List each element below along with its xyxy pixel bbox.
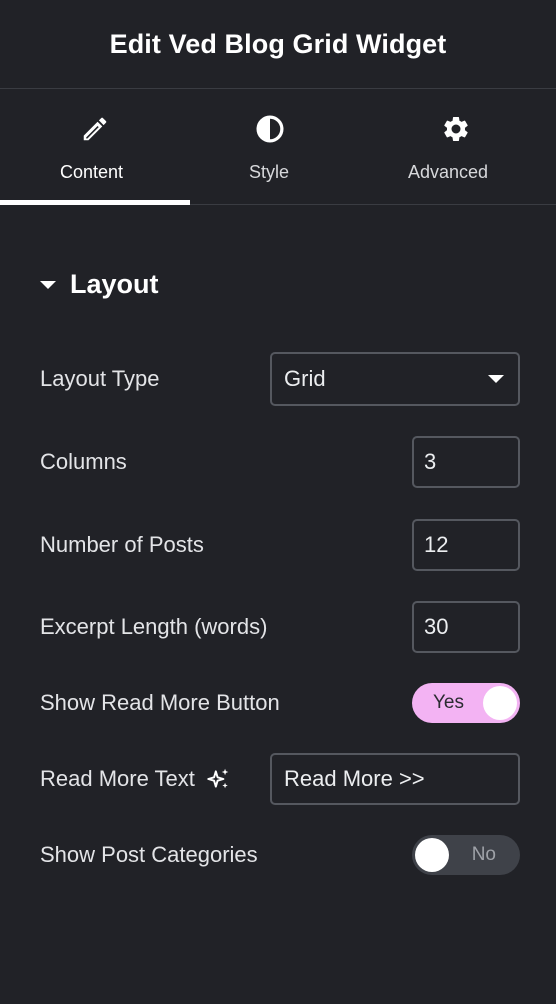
read-more-text-row: Read More Text Read More >>	[40, 753, 520, 805]
read-more-text-label-text: Read More Text	[40, 766, 195, 791]
read-more-text-input[interactable]: Read More >>	[270, 753, 520, 805]
toggle-knob	[483, 686, 517, 720]
panel-header: Edit Ved Blog Grid Widget	[0, 0, 556, 89]
layout-type-value: Grid	[284, 366, 326, 391]
chevron-down-icon	[488, 375, 504, 383]
excerpt-length-input[interactable]: 30	[412, 601, 520, 653]
tab-style-label: Style	[249, 162, 290, 182]
num-posts-row: Number of Posts 12	[40, 519, 520, 571]
ai-sparkle-icon[interactable]	[205, 766, 231, 792]
excerpt-length-row: Excerpt Length (words) 30	[40, 601, 520, 653]
show-categories-label: Show Post Categories	[40, 842, 258, 867]
num-posts-input[interactable]: 12	[412, 519, 520, 571]
layout-section-toggle[interactable]: Layout	[40, 264, 159, 304]
toggle-knob	[415, 838, 449, 872]
show-read-more-toggle[interactable]: Yes	[412, 683, 520, 723]
half-circle-icon	[256, 115, 284, 143]
tab-style[interactable]: Style	[190, 90, 351, 204]
caret-down-icon	[40, 281, 56, 289]
layout-type-select[interactable]: Grid	[270, 352, 520, 406]
columns-input[interactable]: 3	[412, 436, 520, 488]
section-title: Layout	[70, 268, 159, 299]
active-tab-indicator	[0, 200, 190, 205]
layout-type-label: Layout Type	[40, 366, 160, 391]
show-read-more-row: Show Read More Button Yes	[40, 683, 520, 723]
tab-advanced-label: Advanced	[408, 162, 489, 182]
toggle-state-text: Yes	[433, 692, 464, 713]
tab-bar: Content Style Advanced	[0, 90, 556, 205]
layout-type-row: Layout Type Grid	[40, 352, 520, 406]
tab-advanced[interactable]: Advanced	[351, 90, 556, 204]
pencil-icon	[83, 117, 107, 141]
columns-label: Columns	[40, 449, 127, 474]
read-more-text-label: Read More Text	[40, 766, 231, 792]
show-categories-toggle[interactable]: No	[412, 835, 520, 875]
columns-row: Columns 3	[40, 436, 520, 488]
toggle-state-text: No	[471, 844, 496, 865]
num-posts-label: Number of Posts	[40, 532, 204, 557]
gear-icon	[444, 116, 468, 141]
show-categories-row: Show Post Categories No	[40, 835, 520, 875]
tab-content[interactable]: Content	[0, 90, 190, 205]
tab-content-label: Content	[60, 162, 124, 182]
panel-title: Edit Ved Blog Grid Widget	[109, 28, 447, 59]
excerpt-length-label: Excerpt Length (words)	[40, 614, 268, 639]
show-read-more-label: Show Read More Button	[40, 690, 280, 715]
